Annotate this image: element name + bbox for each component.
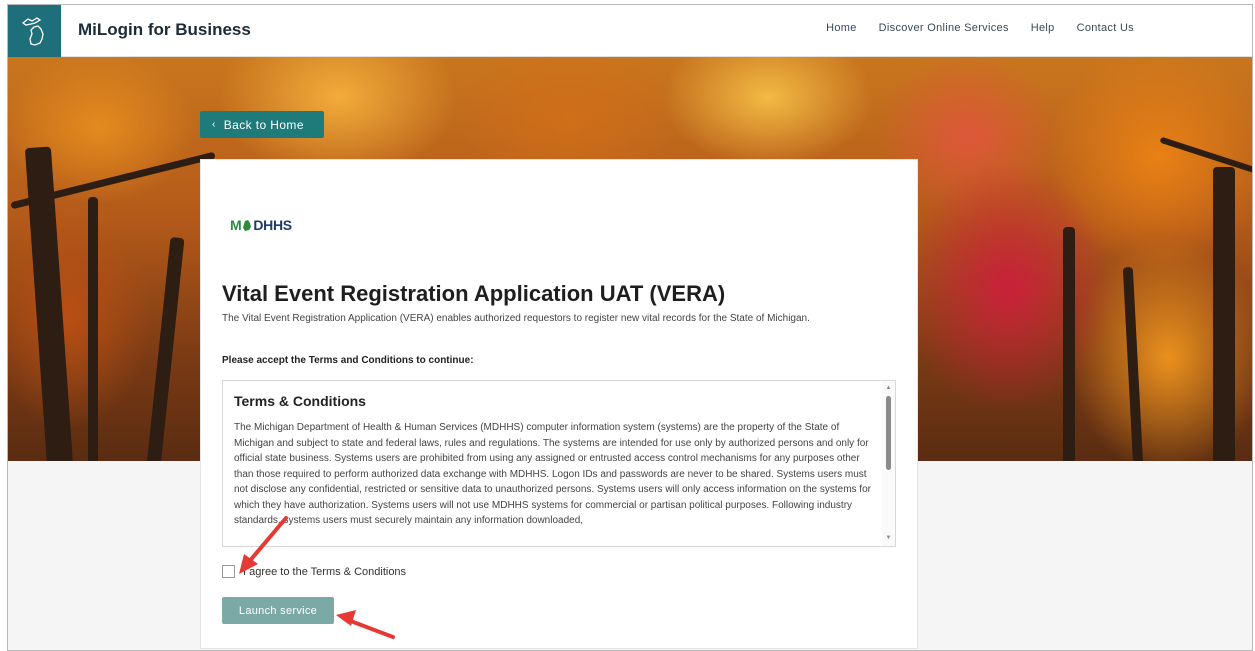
nav-discover-services-link[interactable]: Discover Online Services — [879, 22, 1009, 34]
mdhhs-logo-text: DHHS — [253, 217, 292, 233]
nav-home-link[interactable]: Home — [826, 22, 857, 34]
michigan-logo[interactable] — [8, 5, 61, 57]
nav-help-link[interactable]: Help — [1031, 22, 1055, 34]
scroll-up-icon[interactable]: ▲ — [884, 384, 893, 393]
michigan-mitten-icon — [243, 219, 252, 231]
main-nav: Home Discover Online Services Help Conta… — [826, 22, 1134, 34]
site-brand-title: MiLogin for Business — [78, 20, 251, 39]
agree-terms-checkbox[interactable] — [222, 565, 235, 578]
agree-terms-label[interactable]: I agree to the Terms & Conditions — [243, 566, 406, 578]
terms-scroll-box[interactable]: Terms & Conditions The Michigan Departme… — [222, 380, 896, 547]
service-description: The Vital Event Registration Application… — [222, 313, 810, 324]
mdhhs-logo: M DHHS — [230, 217, 292, 233]
mdhhs-logo-m: M — [230, 217, 242, 233]
service-card: M DHHS Vital Event Registration Applicat… — [200, 159, 918, 649]
agree-terms-row[interactable]: I agree to the Terms & Conditions — [222, 565, 406, 578]
scrollbar-thumb[interactable] — [886, 396, 891, 470]
back-to-home-label: Back to Home — [223, 117, 304, 132]
terms-prompt: Please accept the Terms and Conditions t… — [222, 355, 474, 366]
michigan-state-icon — [21, 17, 44, 46]
back-to-home-button[interactable]: ‹ Back to Home — [200, 111, 324, 138]
launch-service-button[interactable]: Launch service — [222, 597, 334, 624]
nav-contact-link[interactable]: Contact Us — [1077, 22, 1134, 34]
terms-body-text: The Michigan Department of Health & Huma… — [234, 422, 871, 526]
terms-scrollbar[interactable]: ▲ ▼ — [882, 381, 895, 546]
top-navigation-bar: MiLogin for Business Home Discover Onlin… — [8, 5, 1252, 57]
terms-title: Terms & Conditions — [234, 393, 366, 409]
chevron-left-icon: ‹ — [212, 119, 216, 130]
scroll-down-icon[interactable]: ▼ — [884, 534, 893, 543]
browser-viewport: MiLogin for Business Home Discover Onlin… — [7, 4, 1253, 651]
page-title: Vital Event Registration Application UAT… — [222, 281, 726, 306]
